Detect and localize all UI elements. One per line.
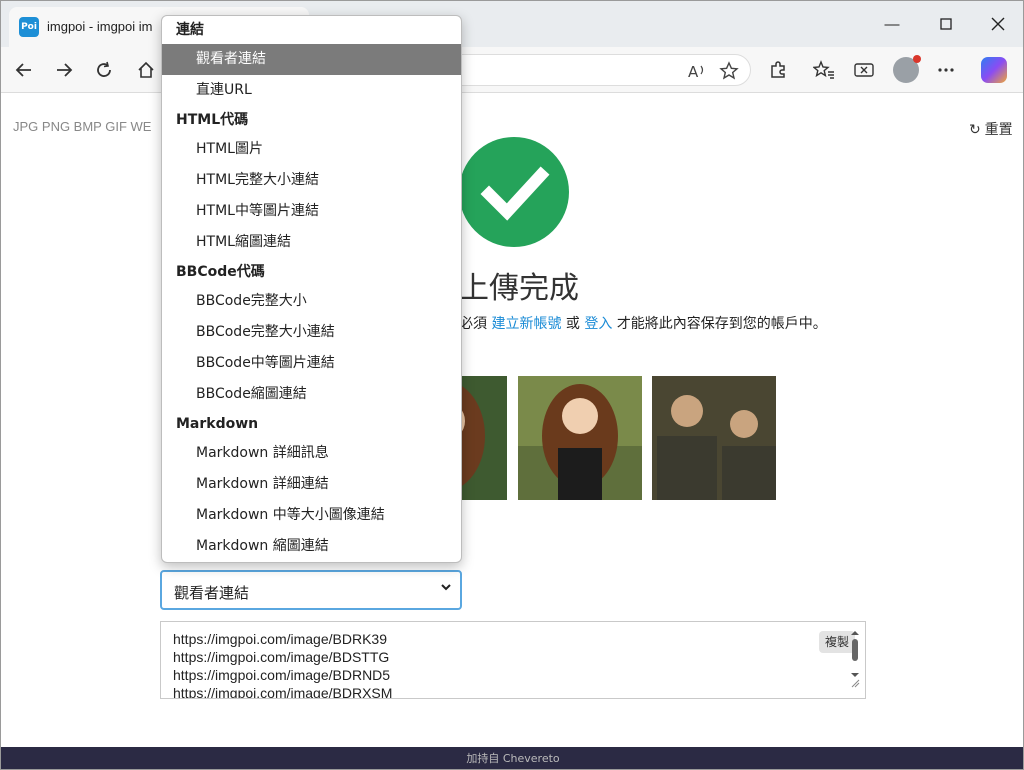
- refresh-button[interactable]: [89, 55, 119, 85]
- arrow-right-icon: [57, 63, 73, 77]
- screenshot-icon: [854, 63, 874, 77]
- option-html-full-link[interactable]: HTML完整大小連結: [162, 165, 461, 196]
- embed-code-select[interactable]: 觀看者連結: [160, 570, 462, 610]
- favicon-icon: Poi: [19, 17, 39, 37]
- maximize-button[interactable]: [923, 9, 969, 39]
- supported-formats: JPG PNG BMP GIF WE: [13, 119, 152, 134]
- favorites-button[interactable]: [809, 55, 839, 85]
- option-markdown-detail-link[interactable]: Markdown 詳細連結: [162, 469, 461, 500]
- reset-label: 重置: [984, 121, 1013, 137]
- favorites-list-icon: [813, 60, 834, 79]
- notice-prefix: 必須: [459, 316, 487, 332]
- option-markdown-thumb-link[interactable]: Markdown 縮圖連結: [162, 531, 461, 562]
- close-icon: [991, 17, 1005, 31]
- back-button[interactable]: [9, 55, 39, 85]
- upload-complete-title: 上傳完成: [459, 271, 579, 306]
- close-window-button[interactable]: [975, 9, 1021, 39]
- minimize-button[interactable]: —: [869, 9, 915, 39]
- embed-code-textarea[interactable]: https://imgpoi.com/image/BDRK39 https://…: [160, 621, 866, 699]
- site-footer: 加持自 Chevereto: [1, 747, 1023, 769]
- image-thumbnail[interactable]: [518, 376, 642, 500]
- maximize-icon: [940, 18, 952, 30]
- option-viewer-link[interactable]: 觀看者連結: [162, 44, 461, 75]
- home-icon: [138, 61, 154, 78]
- arrow-left-icon: [15, 63, 31, 77]
- code-line: https://imgpoi.com/image/BDSTTG: [173, 649, 390, 665]
- code-line: https://imgpoi.com/image/BDRND5: [173, 667, 391, 683]
- account-notice: 必須 建立新帳號 或 登入 才能將此內容保存到您的帳戶中。: [459, 313, 827, 333]
- option-bbcode-full[interactable]: BBCode完整大小: [162, 286, 461, 317]
- notice-or: 或: [565, 316, 580, 332]
- chevron-down-icon: [440, 581, 452, 596]
- create-account-link[interactable]: 建立新帳號: [491, 316, 561, 332]
- textarea-scrollbar[interactable]: [849, 629, 861, 689]
- option-bbcode-full-link[interactable]: BBCode完整大小連結: [162, 317, 461, 348]
- option-bbcode-thumb-link[interactable]: BBCode縮圖連結: [162, 379, 461, 410]
- reset-button[interactable]: ↻ 重置: [969, 119, 1013, 139]
- code-line: https://imgpoi.com/image/BDRXSM: [173, 685, 393, 699]
- success-check-icon: [459, 137, 569, 247]
- read-aloud-icon[interactable]: A: [684, 58, 710, 84]
- code-line: https://imgpoi.com/image/BDRK39: [173, 631, 387, 647]
- copilot-icon[interactable]: [981, 57, 1007, 83]
- notice-suffix: 才能將此內容保存到您的帳戶中。: [616, 316, 827, 332]
- optgroup-markdown: Markdown: [176, 416, 259, 432]
- favorite-star-icon[interactable]: [716, 58, 742, 84]
- login-link[interactable]: 登入: [584, 316, 612, 332]
- option-html-medium-link[interactable]: HTML中等圖片連結: [162, 196, 461, 227]
- tab-title: imgpoi - imgpoi im: [47, 19, 153, 34]
- profile-avatar[interactable]: [893, 55, 921, 83]
- page-content: JPG PNG BMP GIF WE ↻ 重置 上傳完成 必須 建立新帳號 或 …: [1, 93, 1023, 747]
- selected-option: 觀看者連結: [174, 584, 250, 602]
- option-bbcode-medium-link[interactable]: BBCode中等圖片連結: [162, 348, 461, 379]
- title-bar: Poi imgpoi - imgpoi im —: [1, 1, 1023, 47]
- svg-text:A: A: [688, 63, 699, 80]
- option-direct-url[interactable]: 直連URL: [162, 75, 461, 106]
- extensions-button[interactable]: [763, 55, 793, 85]
- browser-window: Poi imgpoi - imgpoi im — A JPG PNG BMP G…: [0, 0, 1024, 770]
- navigation-bar: A: [1, 47, 1023, 93]
- option-markdown-detail[interactable]: Markdown 詳細訊息: [162, 438, 461, 469]
- option-html-thumb-link[interactable]: HTML縮圖連結: [162, 227, 461, 258]
- image-thumbnail[interactable]: [652, 376, 776, 500]
- option-html-image[interactable]: HTML圖片: [162, 134, 461, 165]
- refresh-small-icon: ↻: [969, 121, 981, 137]
- option-markdown-medium-link[interactable]: Markdown 中等大小圖像連結: [162, 500, 461, 531]
- screenshot-button[interactable]: [849, 55, 879, 85]
- embed-options-dropdown[interactable]: 連結 觀看者連結 直連URL HTML代碼 HTML圖片 HTML完整大小連結 …: [161, 15, 462, 563]
- optgroup-links: 連結: [176, 22, 204, 38]
- optgroup-html: HTML代碼: [176, 112, 249, 128]
- more-dots-icon: [938, 68, 954, 72]
- puzzle-icon: [771, 61, 785, 78]
- home-button[interactable]: [131, 55, 161, 85]
- more-menu-button[interactable]: [931, 55, 961, 85]
- forward-button[interactable]: [49, 55, 79, 85]
- refresh-icon: [97, 61, 111, 77]
- optgroup-bbcode: BBCode代碼: [176, 264, 265, 280]
